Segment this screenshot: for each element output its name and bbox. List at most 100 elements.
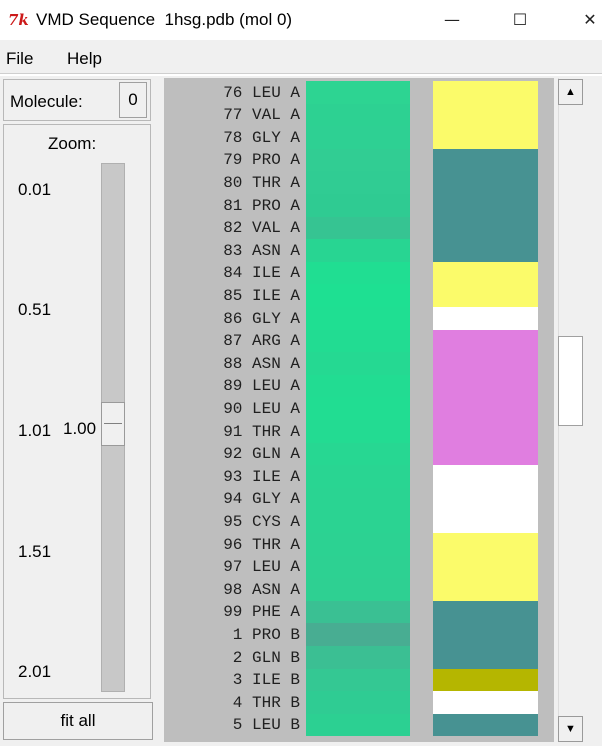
bfactor-cell[interactable] [306,442,410,466]
menu-help[interactable]: Help [67,49,102,69]
bfactor-cell[interactable] [306,533,410,556]
secondary-structure-column[interactable] [433,81,538,741]
residue-label[interactable]: 87 ARG A [223,330,300,352]
scroll-up-arrow-icon[interactable]: ▲ [558,79,583,105]
residue-label[interactable]: 79 PRO A [223,149,300,171]
residue-label[interactable]: 82 VAL A [223,217,300,239]
residue-label[interactable]: 97 LEU A [223,556,300,578]
residue-label[interactable]: 86 GLY A [223,308,300,330]
residue-label[interactable]: 89 LEU A [223,375,300,397]
residue-label[interactable]: 94 GLY A [223,488,300,510]
residue-label[interactable]: 85 ILE A [223,285,300,307]
secondary-structure-cell[interactable] [433,487,538,511]
secondary-structure-cell[interactable] [433,533,538,556]
bfactor-cell[interactable] [306,487,410,511]
bfactor-cell[interactable] [306,126,410,149]
bfactor-cell[interactable] [306,465,410,488]
secondary-structure-cell[interactable] [433,465,538,488]
bfactor-cell[interactable] [306,646,410,669]
secondary-structure-cell[interactable] [433,646,538,669]
scrollbar-thumb[interactable] [558,336,583,426]
bfactor-cell[interactable] [306,239,410,262]
minimize-button[interactable]: — [437,6,467,34]
bfactor-cell[interactable] [306,623,410,646]
secondary-structure-cell[interactable] [433,442,538,466]
residue-list[interactable]: 76 LEU A 77 VAL A 78 GLY A 79 PRO A 80 THR A… [164,81,306,741]
residue-label[interactable]: 77 VAL A [223,104,300,126]
bfactor-cell[interactable] [306,194,410,217]
residue-label[interactable]: 90 LEU A [223,398,300,420]
bfactor-cell[interactable] [306,148,410,172]
secondary-structure-cell[interactable] [433,555,538,579]
residue-label[interactable]: 3 ILE B [233,669,300,691]
secondary-structure-cell[interactable] [433,510,538,533]
bfactor-cell[interactable] [306,307,410,330]
secondary-structure-cell[interactable] [433,713,538,737]
close-button[interactable]: ✕ [575,6,602,34]
residue-label[interactable]: 5 LEU B [233,714,300,736]
bfactor-cell[interactable] [306,600,410,624]
secondary-structure-cell[interactable] [433,691,538,714]
bfactor-cell[interactable] [306,171,410,194]
residue-label[interactable]: 78 GLY A [223,127,300,149]
secondary-structure-cell[interactable] [433,148,538,172]
secondary-structure-cell[interactable] [433,420,538,443]
secondary-structure-cell[interactable] [433,352,538,375]
secondary-structure-cell[interactable] [433,126,538,149]
bfactor-color-column[interactable] [306,81,410,741]
scroll-down-arrow-icon[interactable]: ▼ [558,716,583,742]
bfactor-cell[interactable] [306,329,410,353]
secondary-structure-cell[interactable] [433,600,538,624]
secondary-structure-cell[interactable] [433,284,538,307]
bfactor-cell[interactable] [306,578,410,601]
bfactor-cell[interactable] [306,510,410,533]
secondary-structure-cell[interactable] [433,194,538,217]
bfactor-cell[interactable] [306,352,410,375]
secondary-structure-cell[interactable] [433,578,538,601]
bfactor-cell[interactable] [306,713,410,737]
secondary-structure-cell[interactable] [433,329,538,353]
bfactor-cell[interactable] [306,668,410,692]
bfactor-cell[interactable] [306,374,410,398]
residue-label[interactable]: 76 LEU A [223,82,300,104]
residue-label[interactable]: 98 ASN A [223,579,300,601]
bfactor-cell[interactable] [306,397,410,420]
bfactor-cell[interactable] [306,284,410,307]
residue-label[interactable]: 93 ILE A [223,466,300,488]
menu-file[interactable]: File [6,49,33,69]
residue-label[interactable]: 99 PHE A [223,601,300,623]
secondary-structure-cell[interactable] [433,261,538,285]
secondary-structure-cell[interactable] [433,216,538,240]
bfactor-cell[interactable] [306,420,410,443]
secondary-structure-cell[interactable] [433,397,538,420]
residue-label[interactable]: 92 GLN A [223,443,300,465]
residue-label[interactable]: 2 GLN B [233,647,300,669]
residue-label[interactable]: 80 THR A [223,172,300,194]
residue-label[interactable]: 96 THR A [223,534,300,556]
zoom-slider-thumb[interactable] [101,402,125,446]
residue-label[interactable]: 88 ASN A [223,353,300,375]
residue-label[interactable]: 1 PRO B [233,624,300,646]
maximize-button[interactable]: ☐ [505,6,535,34]
residue-label[interactable]: 84 ILE A [223,262,300,284]
residue-label[interactable]: 91 THR A [223,421,300,443]
residue-label[interactable]: 83 ASN A [223,240,300,262]
secondary-structure-cell[interactable] [433,103,538,127]
residue-label[interactable]: 4 THR B [233,692,300,714]
secondary-structure-cell[interactable] [433,374,538,398]
secondary-structure-cell[interactable] [433,171,538,194]
bfactor-cell[interactable] [306,81,410,104]
bfactor-cell[interactable] [306,261,410,285]
secondary-structure-cell[interactable] [433,623,538,646]
bfactor-cell[interactable] [306,103,410,127]
bfactor-cell[interactable] [306,555,410,579]
molecule-selector-button[interactable]: 0 [119,82,147,118]
residue-label[interactable]: 81 PRO A [223,195,300,217]
secondary-structure-cell[interactable] [433,81,538,104]
bfactor-cell[interactable] [306,216,410,240]
fit-all-button[interactable]: fit all [3,702,153,740]
secondary-structure-cell[interactable] [433,307,538,330]
secondary-structure-cell[interactable] [433,668,538,692]
bfactor-cell[interactable] [306,691,410,714]
secondary-structure-cell[interactable] [433,239,538,262]
